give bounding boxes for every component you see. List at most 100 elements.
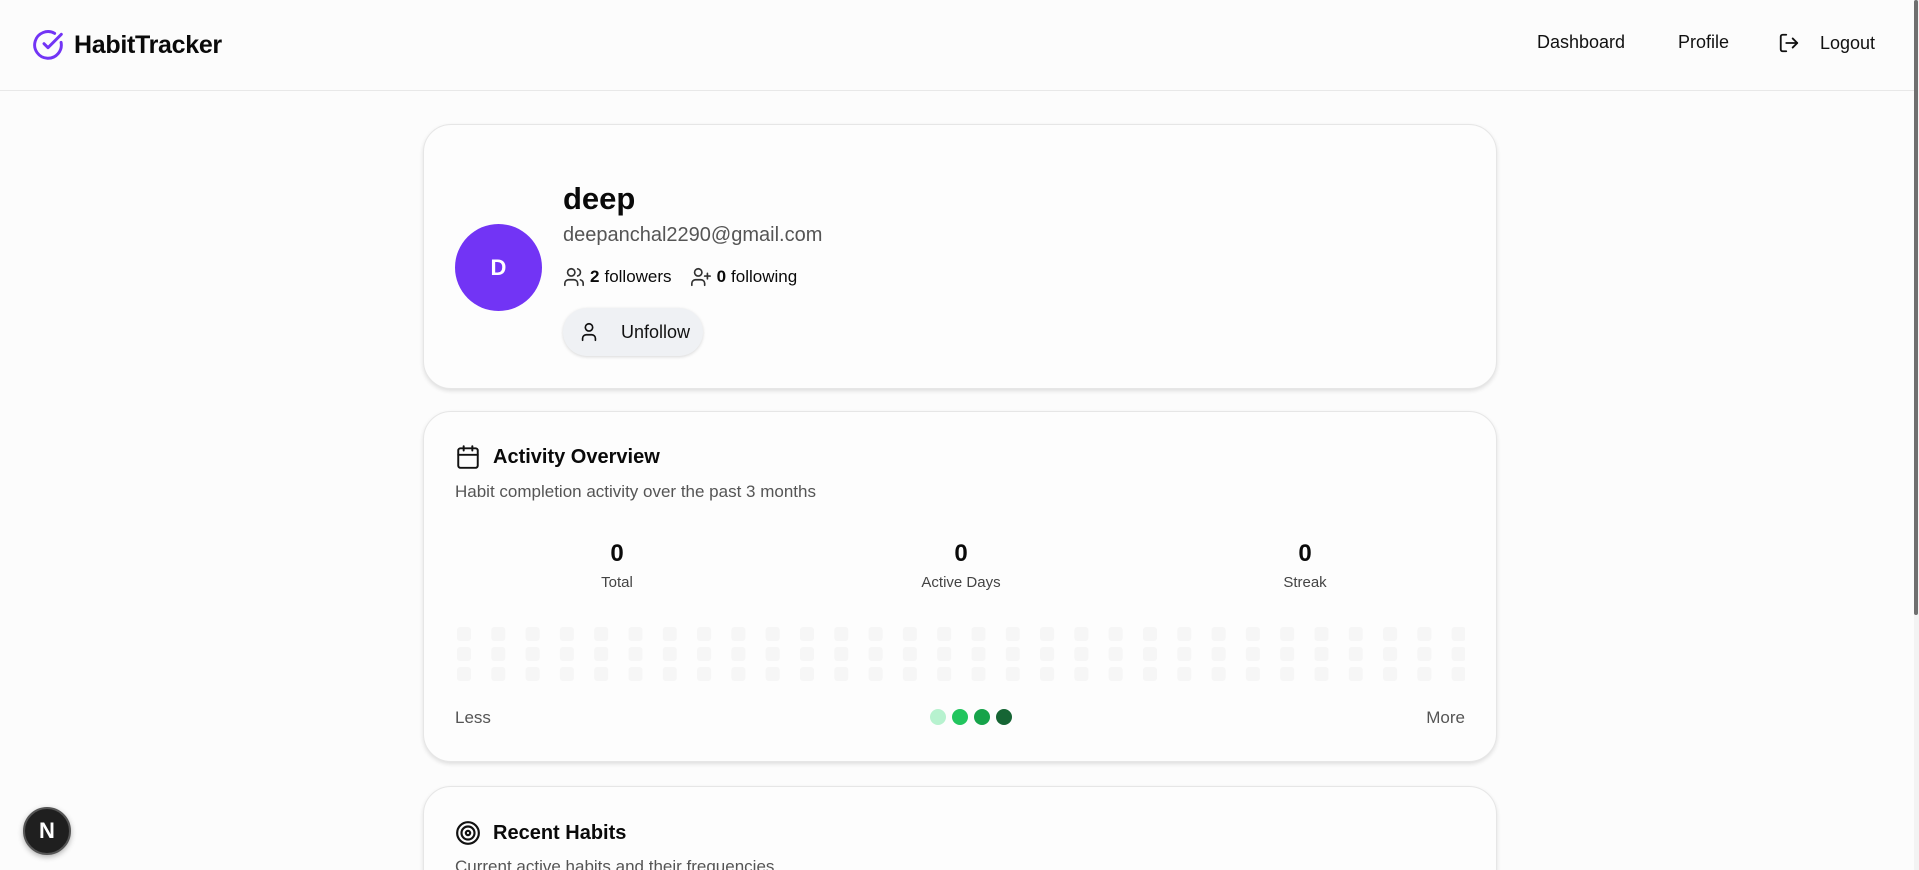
heatmap-cell: [1245, 627, 1260, 641]
check-circle-icon: [33, 30, 63, 60]
heatmap-cell: [559, 627, 574, 641]
activity-description: Habit completion activity over the past …: [455, 482, 816, 501]
heatmap-cell: [697, 667, 712, 681]
heatmap-cell: [662, 647, 677, 661]
heatmap-cell: [937, 647, 952, 661]
profile-card: D deep deepanchal2290@gmail.com 2 follow…: [423, 124, 1497, 389]
legend-dot-level-3: [974, 709, 990, 725]
followers-count: 2: [590, 267, 600, 286]
heatmap-cell: [1451, 647, 1465, 661]
stat-active-days-value: 0: [954, 540, 968, 567]
heatmap-cell: [491, 647, 506, 661]
heatmap-cell: [1143, 647, 1157, 661]
heatmap-cell: [525, 647, 540, 661]
heatmap-cell: [457, 667, 471, 681]
legend-less-label: Less: [455, 708, 491, 727]
heatmap-cell: [1314, 627, 1329, 641]
logout-button[interactable]: Logout: [1778, 32, 1875, 54]
activity-title: Activity Overview: [455, 444, 660, 470]
unfollow-label: Unfollow: [621, 321, 691, 342]
heatmap-cell: [1211, 627, 1226, 641]
heatmap-cell: [1040, 647, 1055, 661]
heatmap-cell: [765, 627, 780, 641]
heatmap-cell: [1348, 627, 1363, 641]
heatmap-cell: [834, 667, 849, 681]
heatmap-cell: [594, 647, 609, 661]
heatmap-cell: [628, 627, 643, 641]
followers-stat[interactable]: 2 followers: [563, 266, 672, 288]
heatmap-cell: [1245, 647, 1260, 661]
heatmap-cell: [594, 667, 609, 681]
heatmap-cell: [628, 667, 643, 681]
heatmap-cell: [1074, 667, 1089, 681]
nav-dashboard-link[interactable]: Dashboard: [1537, 32, 1625, 53]
heatmap-cell: [1040, 667, 1055, 681]
following-stat[interactable]: 0 following: [690, 266, 797, 288]
heatmap-cell: [1348, 647, 1363, 661]
heatmap-cell: [1211, 667, 1226, 681]
calendar-icon: [457, 445, 479, 469]
heatmap-cell: [1040, 627, 1055, 641]
heatmap-cell: [731, 667, 746, 681]
heatmap-cell: [800, 627, 814, 641]
heatmap-cell: [834, 627, 849, 641]
nav-profile-link[interactable]: Profile: [1678, 32, 1729, 53]
stat-active-days-label: Active Days: [921, 574, 1001, 591]
heatmap-cell: [1383, 667, 1398, 681]
heatmap-cell: [457, 627, 471, 641]
heatmap-cell: [491, 667, 506, 681]
activity-title-text: Activity Overview: [493, 445, 660, 468]
legend-dot-level-1: [930, 709, 946, 725]
users-icon: [564, 267, 584, 287]
heatmap-cell: [868, 647, 883, 661]
follow-stats: 2 followers 0 following: [563, 266, 815, 288]
recent-habits-card: Recent Habits Current active habits and …: [423, 786, 1497, 870]
heatmap-cell: [971, 667, 986, 681]
profile-username: deep: [563, 181, 636, 216]
heatmap-cell: [800, 647, 814, 661]
heatmap-cell: [491, 627, 506, 641]
heatmap-cell: [559, 647, 574, 661]
legend-more-label: More: [1426, 708, 1465, 727]
heatmap-cell: [1383, 627, 1398, 641]
logout-icon: [1779, 33, 1799, 53]
dev-tools-badge[interactable]: N: [23, 807, 71, 855]
heatmap-cell: [1245, 667, 1260, 681]
heatmap-cell: [1108, 627, 1123, 641]
heatmap-cell: [457, 647, 471, 661]
heatmap-cell: [1280, 647, 1295, 661]
heatmap-cell: [765, 647, 780, 661]
stat-total-label: Total: [601, 574, 633, 591]
heatmap-cell: [1005, 667, 1020, 681]
heatmap-cell: [800, 667, 814, 681]
heatmap-cell: [1348, 667, 1363, 681]
heatmap-cell: [902, 667, 917, 681]
heatmap-cell: [1108, 647, 1123, 661]
heatmap-cell: [971, 647, 986, 661]
heatmap-cell: [937, 667, 952, 681]
heatmap-cell: [525, 627, 540, 641]
heatmap-cell: [1177, 627, 1192, 641]
heatmap-cell: [937, 627, 952, 641]
brand-name: HabitTracker: [74, 30, 222, 59]
heatmap-cell: [662, 667, 677, 681]
top-nav-bar: HabitTracker Dashboard Profile Logout: [0, 0, 1914, 91]
heatmap-cell: [697, 647, 712, 661]
profile-email: deepanchal2290@gmail.com: [563, 224, 823, 246]
recent-habits-title-text: Recent Habits: [493, 821, 627, 844]
heatmap-cell: [1143, 667, 1157, 681]
avatar: D: [455, 224, 542, 311]
heatmap-cell: [834, 647, 849, 661]
heatmap-cell: [731, 627, 746, 641]
scrollbar-thumb[interactable]: [1914, 0, 1918, 615]
heatmap-cell: [1177, 667, 1192, 681]
brand-logo[interactable]: HabitTracker: [32, 29, 222, 61]
recent-habits-title: Recent Habits: [455, 820, 626, 846]
stat-streak: 0 Streak: [1225, 540, 1385, 591]
user-icon: [581, 322, 597, 342]
stat-total-value: 0: [610, 540, 624, 567]
activity-overview-card: Activity Overview Habit completion activ…: [423, 411, 1497, 762]
heatmap-cell: [594, 627, 609, 641]
unfollow-button[interactable]: Unfollow: [563, 308, 703, 356]
heatmap-cell: [1314, 667, 1329, 681]
